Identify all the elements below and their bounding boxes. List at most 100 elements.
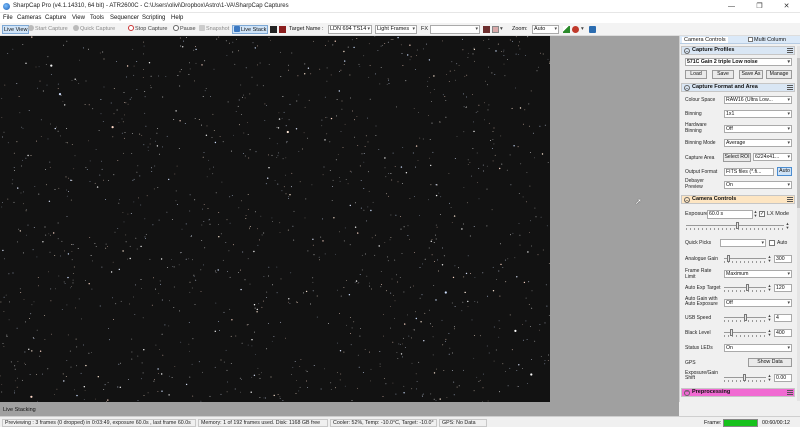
menu-view[interactable]: View bbox=[72, 15, 85, 21]
analogue-gain-input[interactable]: 300 bbox=[774, 255, 792, 263]
usb-speed-spinner[interactable]: ▲ ▼ bbox=[767, 314, 772, 322]
menu-sequencer[interactable]: Sequencer bbox=[110, 15, 139, 21]
reticle-icon[interactable] bbox=[492, 26, 499, 33]
live-stacking-label[interactable]: Live Stacking bbox=[3, 407, 36, 413]
hardware-binning-select[interactable]: Off bbox=[724, 125, 792, 133]
output-format-select[interactable]: FITS files (*.fi... bbox=[724, 168, 774, 176]
exposure-spinner[interactable]: ▲ ▼ bbox=[753, 210, 758, 218]
fx-select[interactable] bbox=[430, 25, 480, 34]
target-icon[interactable] bbox=[572, 26, 579, 33]
snapshot-button[interactable]: Snapshot bbox=[199, 25, 229, 34]
binning-mode-select[interactable]: Average bbox=[724, 139, 792, 147]
usb-speed-input[interactable]: 4 bbox=[774, 314, 792, 322]
exposure-gain-shift-spinner[interactable]: ▲ ▼ bbox=[767, 374, 772, 382]
menu-icon[interactable] bbox=[787, 197, 793, 202]
output-format-auto-button[interactable]: Auto bbox=[777, 167, 792, 176]
close-button[interactable]: ✕ bbox=[773, 0, 800, 13]
live-stack-button[interactable]: Live Stack bbox=[232, 25, 269, 34]
black-level-slider[interactable] bbox=[724, 329, 766, 337]
exposure-slider[interactable] bbox=[686, 222, 784, 230]
menu-scripting[interactable]: Scripting bbox=[142, 15, 165, 21]
menu-icon[interactable] bbox=[787, 390, 793, 395]
slider-thumb[interactable] bbox=[743, 374, 746, 381]
color-mode-icon[interactable] bbox=[279, 26, 286, 33]
tab-multi-column[interactable]: Multi Column bbox=[748, 37, 786, 43]
auto-exp-target-spinner[interactable]: ▲ ▼ bbox=[767, 284, 772, 292]
black-level-spinner[interactable]: ▲ ▼ bbox=[767, 329, 772, 337]
save-profile-button[interactable]: Save bbox=[712, 70, 734, 79]
select-roi-button[interactable]: Select ROI bbox=[723, 153, 751, 162]
star bbox=[467, 306, 469, 308]
auto-gain-select[interactable]: Off bbox=[724, 299, 792, 307]
exposure-gain-shift-slider[interactable] bbox=[724, 374, 766, 382]
auto-exp-target-slider[interactable] bbox=[724, 284, 766, 292]
capture-profiles-header[interactable]: ︿ Capture Profiles bbox=[681, 46, 795, 55]
pause-button[interactable]: Pause bbox=[173, 25, 196, 34]
tools-icon[interactable] bbox=[589, 26, 596, 33]
capture-format-header[interactable]: ︿ Capture Format and Area bbox=[681, 83, 795, 92]
star bbox=[29, 374, 31, 375]
live-view-button[interactable]: Live View bbox=[2, 25, 30, 34]
collapse-chevron-icon[interactable]: ︿ bbox=[684, 48, 690, 54]
slider-thumb[interactable] bbox=[730, 329, 733, 336]
camera-controls-header[interactable]: ︿ Camera Controls bbox=[681, 195, 795, 204]
tab-camera-controls[interactable]: Camera Controls bbox=[682, 37, 728, 43]
menu-tools[interactable]: Tools bbox=[90, 15, 104, 21]
status-leds-select[interactable]: On bbox=[724, 344, 792, 352]
star bbox=[240, 84, 242, 86]
slider-thumb[interactable] bbox=[746, 284, 749, 291]
colour-space-select[interactable]: RAW16 (Ultra Low... bbox=[724, 96, 792, 104]
lx-mode-checkbox[interactable]: ✓ bbox=[759, 211, 765, 217]
reticle-dropdown-icon[interactable]: ▾ bbox=[500, 25, 503, 34]
show-data-button[interactable]: Show Data bbox=[748, 358, 792, 367]
frame-rate-limit-select[interactable]: Maximum bbox=[724, 270, 792, 278]
image-viewport[interactable] bbox=[0, 36, 550, 402]
load-profile-button[interactable]: Load bbox=[685, 70, 707, 79]
save-as-profile-button[interactable]: Save As bbox=[739, 70, 763, 79]
slider-thumb[interactable] bbox=[736, 222, 739, 229]
auto-exp-target-input[interactable]: 120 bbox=[774, 284, 792, 292]
exposure-input[interactable]: 60.0 s bbox=[707, 210, 753, 219]
binning-select[interactable]: 1x1 bbox=[724, 110, 792, 118]
stop-capture-button[interactable]: Stop Capture bbox=[128, 25, 167, 34]
multi-column-checkbox[interactable] bbox=[748, 37, 753, 42]
chart-icon[interactable] bbox=[563, 26, 570, 33]
menu-icon[interactable] bbox=[787, 48, 793, 53]
target-name-select[interactable]: LDN 694 TS14 bbox=[328, 25, 372, 34]
menu-icon[interactable] bbox=[787, 85, 793, 90]
menu-file[interactable]: File bbox=[3, 15, 13, 21]
live-stacking-strip[interactable]: Live Stacking bbox=[0, 402, 679, 416]
zoom-select[interactable]: Auto bbox=[532, 25, 559, 34]
target-dropdown-icon[interactable]: ▾ bbox=[581, 25, 584, 34]
display-mode-icon[interactable] bbox=[270, 26, 277, 33]
expand-chevron-icon[interactable]: ﹀ bbox=[684, 390, 690, 396]
usb-speed-slider[interactable] bbox=[724, 314, 766, 322]
analogue-gain-slider[interactable] bbox=[724, 255, 766, 263]
slider-thumb[interactable] bbox=[744, 314, 747, 321]
collapse-chevron-icon[interactable]: ︿ bbox=[684, 197, 690, 203]
histogram-icon[interactable] bbox=[483, 26, 490, 33]
capture-area-select[interactable]: 6224x41... bbox=[753, 153, 792, 161]
star bbox=[336, 98, 338, 100]
star bbox=[409, 238, 410, 240]
minimize-button[interactable]: — bbox=[718, 0, 745, 13]
slider-thumb[interactable] bbox=[727, 255, 730, 262]
frame-type-select[interactable]: Light Frames bbox=[375, 25, 417, 34]
profile-select[interactable]: 571C Gain 2 triple Low noise bbox=[685, 58, 792, 66]
debayer-preview-select[interactable]: On bbox=[724, 181, 792, 189]
exposure-slider-spinner[interactable]: ▲ ▼ bbox=[785, 222, 790, 230]
black-level-input[interactable]: 400 bbox=[774, 329, 792, 337]
menu-help[interactable]: Help bbox=[171, 15, 183, 21]
exposure-gain-shift-input[interactable]: 0.00 bbox=[774, 374, 792, 382]
collapse-chevron-icon[interactable]: ︿ bbox=[684, 85, 690, 91]
manage-profiles-button[interactable]: Manage bbox=[766, 70, 792, 79]
maximize-button[interactable]: ❐ bbox=[746, 0, 773, 13]
quick-picks-select[interactable] bbox=[720, 239, 766, 247]
quick-picks-auto-checkbox[interactable] bbox=[769, 240, 775, 246]
quick-capture-button[interactable]: Quick Capture bbox=[73, 25, 115, 34]
menu-capture[interactable]: Capture bbox=[45, 15, 66, 21]
start-capture-button[interactable]: Start Capture bbox=[28, 25, 68, 34]
menu-cameras[interactable]: Cameras bbox=[17, 15, 41, 21]
preprocessing-header[interactable]: ﹀ Preprocessing bbox=[681, 388, 795, 397]
analogue-gain-spinner[interactable]: ▲ ▼ bbox=[767, 255, 772, 263]
